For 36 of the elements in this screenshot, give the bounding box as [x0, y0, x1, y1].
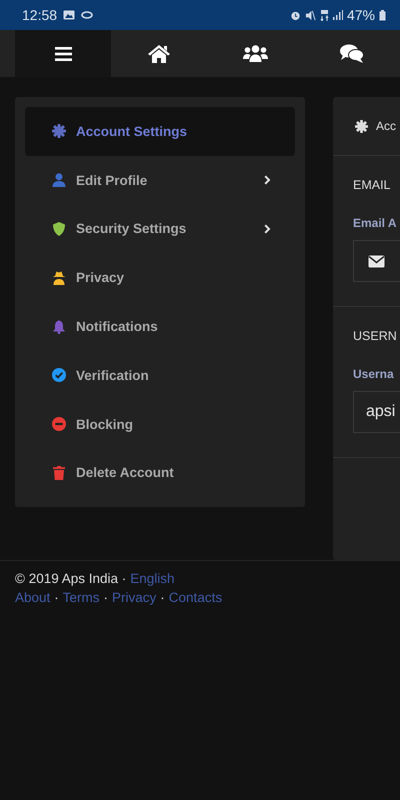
settings-menu-item[interactable]: Notifications [25, 302, 295, 351]
users-icon [243, 45, 268, 62]
status-time: 12:58 [22, 7, 58, 23]
alarm-icon [290, 10, 301, 20]
signal-icon [332, 10, 343, 20]
battery-percentage: 47% [346, 7, 375, 23]
email-field[interactable] [353, 240, 400, 282]
envelope-icon [368, 254, 385, 268]
menu-tab[interactable] [15, 30, 112, 77]
chevron-right-icon [264, 224, 271, 234]
copyright-text: © 2019 Aps India · [15, 571, 126, 586]
mute-icon [304, 10, 316, 20]
separator-dot: · [160, 590, 165, 605]
settings-menu-item[interactable]: Privacy [25, 253, 295, 302]
field-label: Userna [353, 367, 395, 381]
image-icon [63, 10, 76, 20]
username-field[interactable]: apsi [353, 391, 400, 433]
gear-icon [355, 120, 368, 132]
settings-menu-item[interactable]: Blocking [25, 400, 295, 449]
home-icon [148, 44, 170, 62]
settings-menu-item[interactable]: Security Settings [25, 204, 295, 254]
panel-title: Acc [376, 119, 396, 133]
settings-menu-item[interactable]: Verification [25, 350, 295, 400]
chat-icon [340, 44, 364, 63]
settings-menu-item[interactable]: Account Settings [25, 107, 295, 156]
section-heading: EMAIL [353, 178, 392, 192]
network-icon [320, 10, 329, 20]
battery-icon [379, 10, 386, 20]
field-label: Email A [353, 216, 398, 230]
section-heading: USERN [353, 329, 398, 343]
separator-dot: · [104, 590, 108, 605]
separator-dot: · [54, 590, 59, 605]
chevron-right-icon [264, 175, 271, 186]
settings-menu-item[interactable]: Edit Profile [25, 156, 295, 205]
settings-menu-item[interactable]: Delete Account [25, 448, 295, 498]
menu-icon [54, 46, 72, 60]
